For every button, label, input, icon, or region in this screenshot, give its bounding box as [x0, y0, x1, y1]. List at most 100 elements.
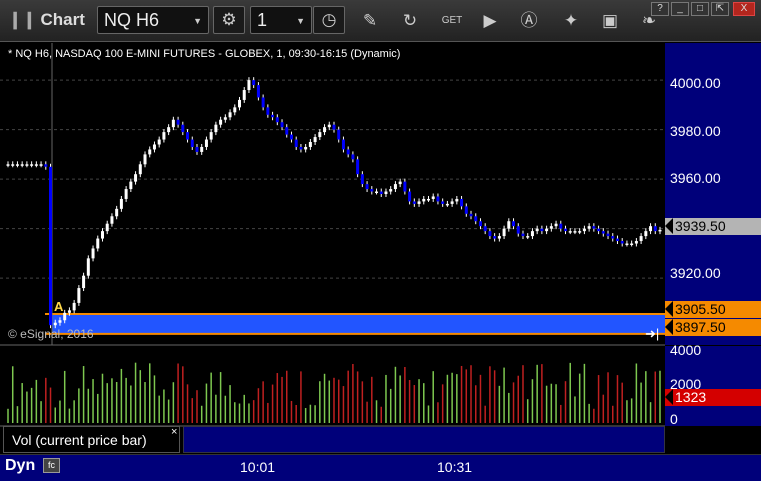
candle-body [630, 243, 634, 246]
chart-header: * NQ H6, NASDAQ 100 E-MINI FUTURES - GLO… [8, 48, 401, 60]
candle-body [445, 203, 449, 206]
candle-body [441, 201, 445, 204]
candle-body [398, 181, 402, 185]
candle-body [488, 231, 492, 237]
candle-body [238, 99, 242, 108]
get-icon[interactable]: GET [441, 10, 463, 32]
candle-body [351, 154, 355, 160]
candle-body [649, 226, 653, 232]
volume-study-label[interactable]: Vol (current price bar) [3, 426, 180, 453]
candle-body [417, 201, 421, 204]
candle-body [91, 248, 95, 259]
time-axis[interactable] [0, 454, 761, 481]
candle-body [526, 236, 530, 238]
candle-body [346, 149, 350, 155]
candle-body [195, 146, 199, 152]
copyright: © eSignal, 2016 [8, 327, 94, 341]
candle-body [214, 124, 218, 133]
candle-body [455, 198, 459, 202]
candle-body [615, 238, 619, 242]
candle-body [39, 164, 43, 166]
candle-body [592, 226, 596, 229]
candle-body [152, 144, 156, 150]
candle-body [474, 216, 478, 222]
candle-body [289, 134, 293, 140]
candle-body [162, 132, 166, 140]
candle-body [148, 149, 152, 155]
price-tick: 3960.00 [670, 170, 721, 186]
clock-icon: ◷ [321, 10, 337, 29]
candle-body [134, 174, 138, 182]
candle-body [6, 164, 10, 166]
price-volume-chart[interactable]: A [0, 43, 665, 454]
popout-button[interactable]: ⇱ [711, 2, 729, 16]
symbol-value: NQ H6 [104, 10, 160, 30]
close-button[interactable]: X [733, 2, 755, 16]
candle-body [82, 275, 86, 289]
chevron-down-icon[interactable]: ▼ [193, 16, 202, 26]
candle-body [379, 191, 383, 194]
candle-body [502, 228, 506, 237]
time-tick: 10:01 [240, 459, 276, 475]
symbol-select[interactable]: NQ H6 ▼ [97, 6, 209, 34]
candle-body [299, 146, 303, 150]
candle-body [554, 223, 558, 227]
candle-body [58, 320, 62, 323]
candle-body [408, 191, 412, 202]
help-button[interactable]: ? [651, 2, 669, 16]
candle-body [360, 174, 364, 185]
candle-body [597, 228, 601, 232]
candle-body [219, 119, 223, 125]
candle-body [49, 166, 53, 326]
range-high-badge: 3905.50 [665, 301, 761, 318]
photo-icon[interactable]: ▣ [599, 10, 621, 32]
time-button[interactable]: ◷ [313, 6, 345, 34]
range-marker-label: A [54, 299, 64, 314]
restore-button[interactable]: □ [691, 2, 709, 16]
interval-select[interactable]: 1 ▼ [250, 6, 312, 34]
candle-body [625, 243, 629, 246]
chevron-down-icon[interactable]: ▼ [296, 16, 305, 26]
candle-body [266, 107, 270, 115]
candle-body [115, 208, 119, 217]
draw-pencil-icon[interactable]: ✎ [359, 10, 381, 32]
candle-body [497, 236, 501, 239]
candle-body [332, 124, 336, 130]
interval-value: 1 [257, 10, 268, 30]
settings-button[interactable]: ⚙ [213, 6, 245, 34]
app-title: ❙❙ Chart [8, 10, 85, 30]
volume-study-panel [183, 426, 665, 453]
candle-body [644, 231, 648, 237]
minimize-button[interactable]: _ [671, 2, 689, 16]
candle-body [200, 146, 204, 152]
candle-body [384, 191, 388, 194]
scroll-right-icon[interactable]: ➜| [645, 326, 659, 342]
link-icon[interactable]: ✦ [560, 10, 582, 32]
candle-body [436, 196, 440, 202]
candle-body [530, 231, 534, 237]
candle-body [578, 231, 582, 233]
play-icon[interactable]: ▶ [479, 10, 501, 32]
candle-body [564, 228, 568, 232]
close-icon[interactable]: × [171, 426, 177, 438]
candle-body [327, 124, 331, 128]
dyn-label[interactable]: Dyn [5, 457, 35, 475]
candle-body [606, 233, 610, 237]
candle-body [25, 164, 29, 166]
candle-body [280, 122, 284, 128]
refresh-icon[interactable]: ↻ [399, 10, 421, 32]
last-price-badge: 3939.50 [665, 218, 761, 235]
candle-body [601, 231, 605, 234]
price-tick: 3920.00 [670, 265, 721, 281]
dyn-settings-icon[interactable]: fc [43, 458, 60, 473]
candle-body [313, 137, 317, 143]
candle-body [389, 189, 393, 192]
candle-body [167, 127, 171, 133]
candle-body [157, 139, 161, 145]
range-low-badge: 3897.50 [665, 319, 761, 336]
candle-body [323, 127, 327, 133]
candle-body [285, 127, 289, 135]
alert-icon[interactable]: Ⓐ [518, 10, 540, 32]
candle-body [72, 302, 76, 311]
candle-body [15, 164, 19, 166]
